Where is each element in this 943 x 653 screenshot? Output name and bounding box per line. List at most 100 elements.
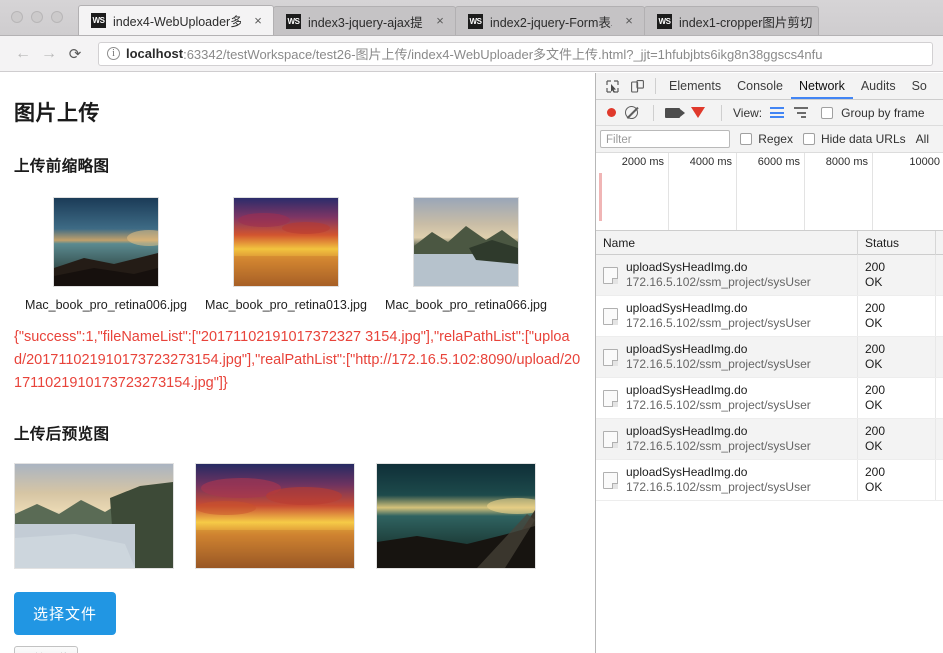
document-file-icon xyxy=(603,430,618,448)
tab-audits[interactable]: Audits xyxy=(853,73,904,99)
network-request-list: uploadSysHeadImg.do 172.16.5.102/ssm_pro… xyxy=(596,255,943,653)
reload-icon[interactable]: ⟳ xyxy=(62,41,88,67)
timeline-tick-2: 4000 ms xyxy=(690,153,737,230)
tab-elements[interactable]: Elements xyxy=(661,73,729,99)
page-title: 图片上传 xyxy=(14,102,100,125)
device-phone-icon xyxy=(631,79,644,93)
close-tab-2-icon[interactable]: × xyxy=(433,14,447,28)
browser-tab-3[interactable]: WS index2-jquery-Form表单提交 × xyxy=(455,6,645,35)
request-filename: uploadSysHeadImg.do xyxy=(626,424,748,438)
column-header-status[interactable]: Status xyxy=(857,230,935,255)
row-extra-cell xyxy=(935,296,943,336)
status-text: OK xyxy=(865,316,883,330)
table-row[interactable]: uploadSysHeadImg.do 172.16.5.102/ssm_pro… xyxy=(596,255,943,296)
browser-tab-4-title: index1-cropper图片剪切上传 xyxy=(679,15,812,30)
webstorm-favicon-icon: WS xyxy=(91,13,106,28)
start-upload-button[interactable]: 开始上传 xyxy=(14,646,79,653)
coastal-road-preview-icon xyxy=(377,464,547,568)
address-bar[interactable]: i localhost :63342/testWorkspace/test26-… xyxy=(98,41,933,66)
minimize-window-button[interactable] xyxy=(31,11,43,23)
thumbnail-image-3 xyxy=(413,197,519,287)
status-code: 200 xyxy=(865,465,886,479)
network-timeline: 2000 ms 4000 ms 6000 ms 8000 ms 10000 xyxy=(596,153,943,231)
thumbnail-filename-2: Mac_book_pro_retina013.jpg xyxy=(205,298,367,312)
regex-checkbox[interactable] xyxy=(740,133,753,145)
close-window-button[interactable] xyxy=(11,11,23,23)
request-url: 172.16.5.102/ssm_project/sysUser xyxy=(626,439,811,453)
status-text: OK xyxy=(865,275,883,289)
request-name-cell: uploadSysHeadImg.do 172.16.5.102/ssm_pro… xyxy=(596,260,857,290)
record-button-icon[interactable] xyxy=(607,108,616,117)
view-label: View: xyxy=(733,105,763,120)
page-info-icon[interactable]: i xyxy=(107,47,120,60)
close-tab-1-icon[interactable]: × xyxy=(251,14,265,28)
toggle-device-toolbar-icon[interactable] xyxy=(625,74,650,99)
browser-tab-2[interactable]: WS index3-jquery-ajax提交 × xyxy=(273,6,456,35)
row-extra-cell xyxy=(935,419,943,459)
table-row[interactable]: uploadSysHeadImg.do 172.16.5.102/ssm_pro… xyxy=(596,419,943,460)
table-row[interactable]: uploadSysHeadImg.do 172.16.5.102/ssm_pro… xyxy=(596,460,943,501)
request-filename: uploadSysHeadImg.do xyxy=(626,342,748,356)
browser-window: WS index4-WebUploader多文件上传 × WS index3-j… xyxy=(0,0,943,653)
inspect-element-icon[interactable] xyxy=(600,74,625,99)
mountain-lake-preview-icon xyxy=(15,464,173,568)
group-by-frame-checkbox[interactable] xyxy=(821,106,834,119)
request-filename: uploadSysHeadImg.do xyxy=(626,260,748,274)
cursor-select-icon xyxy=(606,79,619,93)
browser-tab-4[interactable]: WS index1-cropper图片剪切上传 xyxy=(644,6,819,35)
choose-file-button[interactable]: 选择文件 xyxy=(14,592,117,635)
filter-funnel-icon[interactable] xyxy=(691,107,705,118)
preview-image-1 xyxy=(14,463,174,569)
request-name-cell: uploadSysHeadImg.do 172.16.5.102/ssm_pro… xyxy=(596,342,857,372)
hide-data-urls-checkbox[interactable] xyxy=(802,133,815,145)
status-code: 200 xyxy=(865,424,886,438)
maximize-window-button[interactable] xyxy=(51,11,63,23)
table-row[interactable]: uploadSysHeadImg.do 172.16.5.102/ssm_pro… xyxy=(596,378,943,419)
status-text: OK xyxy=(865,398,883,412)
toolbar-divider xyxy=(653,104,654,121)
hide-data-urls-label: Hide data URLs xyxy=(820,132,906,146)
row-extra-cell xyxy=(935,378,943,418)
status-code: 200 xyxy=(865,260,886,274)
tab-console[interactable]: Console xyxy=(729,73,791,99)
tab-network[interactable]: Network xyxy=(790,73,853,99)
window-traffic-lights xyxy=(11,11,63,23)
filter-input[interactable]: Filter xyxy=(600,130,731,148)
browser-tab-1-title: index4-WebUploader多文件上传 xyxy=(113,15,241,29)
tab-strip: WS index4-WebUploader多文件上传 × WS index3-j… xyxy=(78,0,943,35)
web-page: 图片上传 上传前缩略图 Mac_book_pro_retina006.jpg M… xyxy=(0,73,595,653)
row-extra-cell xyxy=(935,460,943,500)
table-row[interactable]: uploadSysHeadImg.do 172.16.5.102/ssm_pro… xyxy=(596,296,943,337)
url-host: localhost xyxy=(126,46,184,61)
status-text: OK xyxy=(865,439,883,453)
request-status-cell: 200 OK xyxy=(857,255,935,295)
view-list-icon[interactable] xyxy=(770,107,785,118)
back-icon[interactable]: ← xyxy=(10,41,36,67)
clear-icon[interactable] xyxy=(625,106,638,119)
webstorm-favicon-icon: WS xyxy=(468,13,483,29)
regex-label: Regex xyxy=(758,132,793,146)
timeline-tick-1: 2000 ms xyxy=(622,153,669,230)
timeline-tick-4: 8000 ms xyxy=(826,153,873,230)
close-tab-3-icon[interactable]: × xyxy=(622,14,636,28)
mountain-lake-thumb-icon xyxy=(414,198,518,286)
toolbar-divider xyxy=(655,78,656,94)
heading-before-upload: 上传前缩略图 xyxy=(14,158,110,175)
view-waterfall-icon[interactable] xyxy=(794,107,809,118)
thumbnail-image-2 xyxy=(233,197,339,287)
request-status-cell: 200 OK xyxy=(857,460,935,500)
request-filename: uploadSysHeadImg.do xyxy=(626,301,748,315)
request-filename: uploadSysHeadImg.do xyxy=(626,465,748,479)
request-status-cell: 200 OK xyxy=(857,296,935,336)
column-header-name[interactable]: Name xyxy=(596,236,857,250)
forward-icon[interactable]: → xyxy=(36,41,62,67)
capture-screenshots-icon[interactable] xyxy=(665,107,685,118)
preview-image-2 xyxy=(195,463,355,569)
browser-tab-1[interactable]: WS index4-WebUploader多文件上传 × xyxy=(78,5,274,35)
document-file-icon xyxy=(603,266,618,284)
table-row[interactable]: uploadSysHeadImg.do 172.16.5.102/ssm_pro… xyxy=(596,337,943,378)
thumbnail-image-1 xyxy=(53,197,171,287)
tab-sources[interactable]: So xyxy=(904,73,935,99)
red-sunset-thumb-icon xyxy=(234,198,338,286)
filter-type-all[interactable]: All xyxy=(916,132,929,146)
